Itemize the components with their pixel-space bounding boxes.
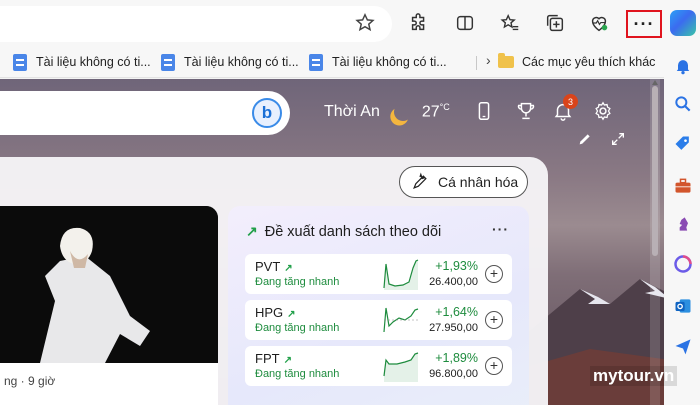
outlook-icon[interactable]	[673, 296, 693, 316]
stock-price: 27.950,00	[429, 322, 478, 334]
trending-up-icon: ↗	[283, 355, 292, 366]
search-box[interactable]	[0, 91, 290, 135]
add-to-watchlist-button[interactable]: +	[485, 357, 503, 375]
stock-change: +1,93%	[435, 259, 478, 273]
sparkle-pen-icon	[413, 172, 427, 189]
stock-symbol: PVT ↗	[255, 259, 293, 274]
doc-icon	[13, 53, 27, 71]
favorite-label: Tài liệu không có ti...	[332, 55, 447, 69]
extensions-icon[interactable]	[406, 10, 432, 36]
weather-location: Thời An	[324, 102, 380, 120]
favorites-icon[interactable]	[497, 10, 523, 36]
edge-sidebar	[664, 46, 700, 405]
stock-row[interactable]: PVT ↗ Đang tăng nhanh +1,93% 26.400,00 +	[245, 254, 512, 294]
watchlist-header: ↗ Đề xuất danh sách theo dõi	[246, 223, 441, 240]
new-tab-page: b Thời An 27°C 3 Cá nhân hóa ng · 9 giờ …	[0, 79, 664, 405]
doc-icon	[309, 53, 323, 71]
other-favorites-label: Các mục yêu thích khác	[522, 55, 656, 69]
news-meta: ng · 9 giờ	[4, 374, 56, 388]
personalize-label: Cá nhân hóa	[438, 174, 519, 190]
rewards-trophy-icon[interactable]	[515, 100, 537, 122]
personalize-button[interactable]: Cá nhân hóa	[399, 166, 528, 198]
favorites-overflow-button[interactable]: ›	[486, 52, 491, 68]
weather-temperature: 27°C	[421, 102, 450, 121]
shopping-icon[interactable]	[673, 134, 693, 154]
watchlist-more-button[interactable]: ···	[492, 221, 509, 237]
settings-and-more-button[interactable]: ···	[626, 10, 662, 38]
gear-icon[interactable]	[592, 100, 614, 122]
favorite-item[interactable]: Tài liệu không có ti...	[13, 52, 151, 72]
stock-sparkline	[383, 259, 419, 290]
weather-widget[interactable]: Thời An 27°C	[324, 102, 450, 121]
trending-up-icon: ↗	[287, 309, 296, 320]
scroll-up-arrow-icon[interactable]	[652, 80, 658, 85]
expand-icon[interactable]	[610, 131, 626, 147]
games-icon[interactable]	[673, 214, 693, 234]
add-to-watchlist-button[interactable]: +	[485, 265, 503, 283]
stock-sparkline	[383, 307, 419, 333]
stock-row[interactable]: HPG ↗ Đang tăng nhanh +1,64% 27.950,00 +	[245, 300, 512, 340]
notification-icon[interactable]	[673, 56, 693, 76]
stock-sparkline	[383, 352, 419, 382]
stock-symbol: HPG ↗	[255, 305, 296, 320]
moon-icon	[391, 100, 414, 123]
browser-toolbar: ···	[0, 0, 700, 46]
stock-price: 96.800,00	[429, 368, 478, 380]
favorite-label: Tài liệu không có ti...	[184, 55, 299, 69]
star-icon[interactable]	[352, 10, 378, 36]
stock-row[interactable]: FPT ↗ Đang tăng nhanh +1,89% 96.800,00 +	[245, 346, 512, 386]
tools-icon[interactable]	[673, 176, 693, 196]
favorites-bar: Tài liệu không có ti... Tài liệu không c…	[0, 46, 664, 78]
browser-essentials-icon[interactable]	[586, 10, 612, 36]
bing-chat-button[interactable]: b	[252, 98, 282, 128]
folder-icon	[498, 53, 514, 68]
search-icon[interactable]	[673, 94, 693, 114]
notification-badge: 3	[563, 94, 578, 109]
watchlist-title: Đề xuất danh sách theo dõi	[264, 223, 442, 240]
favorite-item[interactable]: Tài liệu không có ti...	[309, 52, 447, 72]
edit-background-icon[interactable]	[577, 131, 593, 147]
add-to-watchlist-button[interactable]: +	[485, 311, 503, 329]
split-screen-icon[interactable]	[452, 10, 478, 36]
stock-symbol: FPT ↗	[255, 351, 292, 366]
other-favorites-folder[interactable]: Các mục yêu thích khác	[498, 52, 655, 72]
trending-up-icon: ↗	[246, 223, 258, 239]
news-image	[0, 206, 218, 363]
stock-status: Đang tăng nhanh	[255, 276, 340, 288]
stock-change: +1,89%	[435, 351, 478, 365]
copilot-icon[interactable]	[670, 10, 696, 36]
stock-change: +1,64%	[435, 305, 478, 319]
scrollbar-thumb[interactable]	[652, 86, 658, 256]
favorites-divider	[476, 56, 477, 70]
news-card[interactable]: ng · 9 giờ	[0, 206, 218, 405]
stock-price: 26.400,00	[429, 276, 478, 288]
collections-icon[interactable]	[542, 10, 568, 36]
trending-up-icon: ↗	[284, 263, 293, 274]
stock-status: Đang tăng nhanh	[255, 322, 340, 334]
microsoft365-icon[interactable]	[673, 254, 693, 274]
doc-icon	[161, 53, 175, 71]
favorite-label: Tài liệu không có ti...	[36, 55, 151, 69]
address-bar[interactable]	[0, 6, 392, 42]
phone-icon[interactable]	[473, 100, 495, 122]
favorite-item[interactable]: Tài liệu không có ti...	[161, 52, 299, 72]
watermark-logo: mytour.vn	[590, 366, 678, 386]
drop-icon[interactable]	[673, 336, 693, 356]
stock-status: Đang tăng nhanh	[255, 368, 340, 380]
